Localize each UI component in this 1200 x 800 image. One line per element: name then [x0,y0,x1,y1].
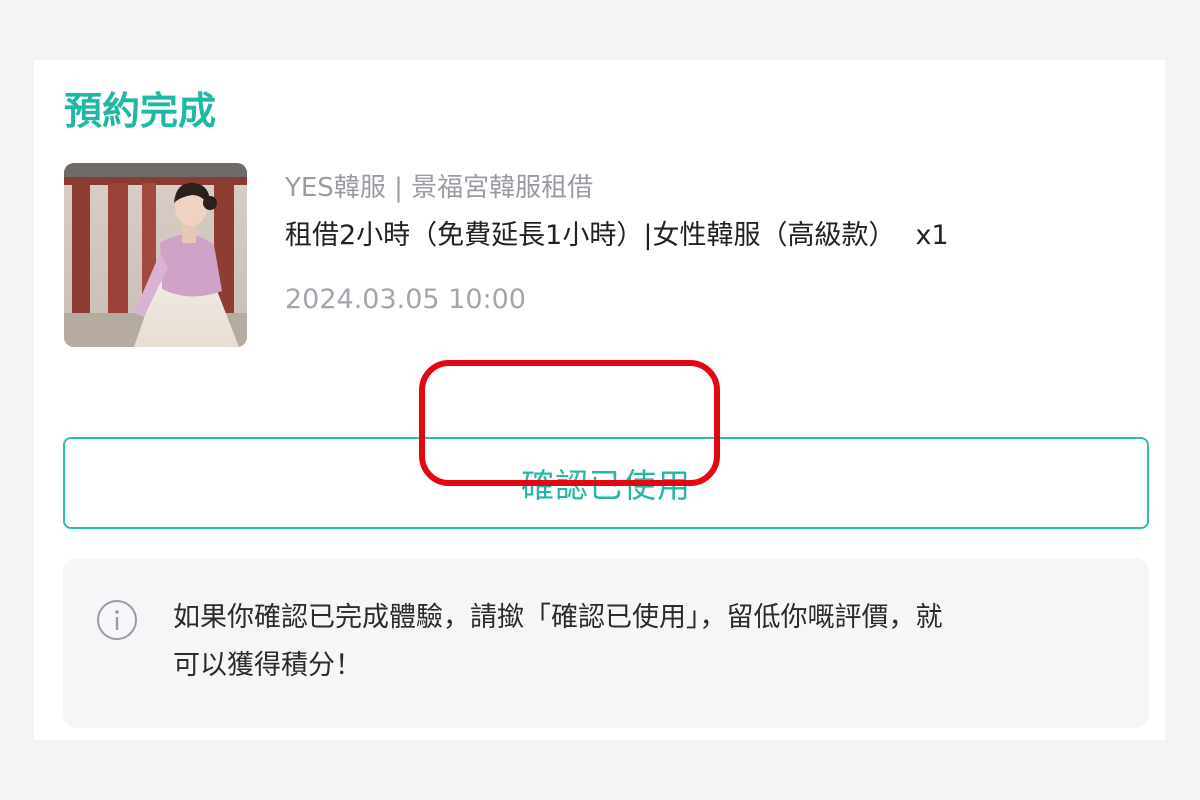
info-icon [97,600,137,640]
booking-datetime: 2024.03.05 10:00 [285,284,526,315]
booking-card: 預約完成 YES韓服 | 景福宮韓服租借 租借2小時（免費延長1小時）|女性韓服… [34,60,1165,740]
confirm-used-button[interactable]: 確認已使用 [63,437,1149,529]
product-thumbnail[interactable] [64,163,247,347]
product-name: 租借2小時（免費延長1小時）|女性韓服（高級款） x1 [285,214,949,258]
merchant-name: YES韓服 | 景福宮韓服租借 [285,173,594,203]
page-title: 預約完成 [64,89,217,133]
notice-text: 如果你確認已完成體驗，請撳「確認已使用」，留低你嘅評價，就 可以獲得積分！ [173,594,1133,690]
product-quantity: x1 [915,220,949,251]
confirm-used-label: 確認已使用 [521,466,691,505]
notice-box: 如果你確認已完成體驗，請撳「確認已使用」，留低你嘅評價，就 可以獲得積分！ [63,558,1149,728]
notice-line-1: 如果你確認已完成體驗，請撳「確認已使用」，留低你嘅評價，就 [173,602,943,633]
notice-line-2: 可以獲得積分！ [173,650,362,681]
product-title: 租借2小時（免費延長1小時）|女性韓服（高級款） [285,220,896,251]
